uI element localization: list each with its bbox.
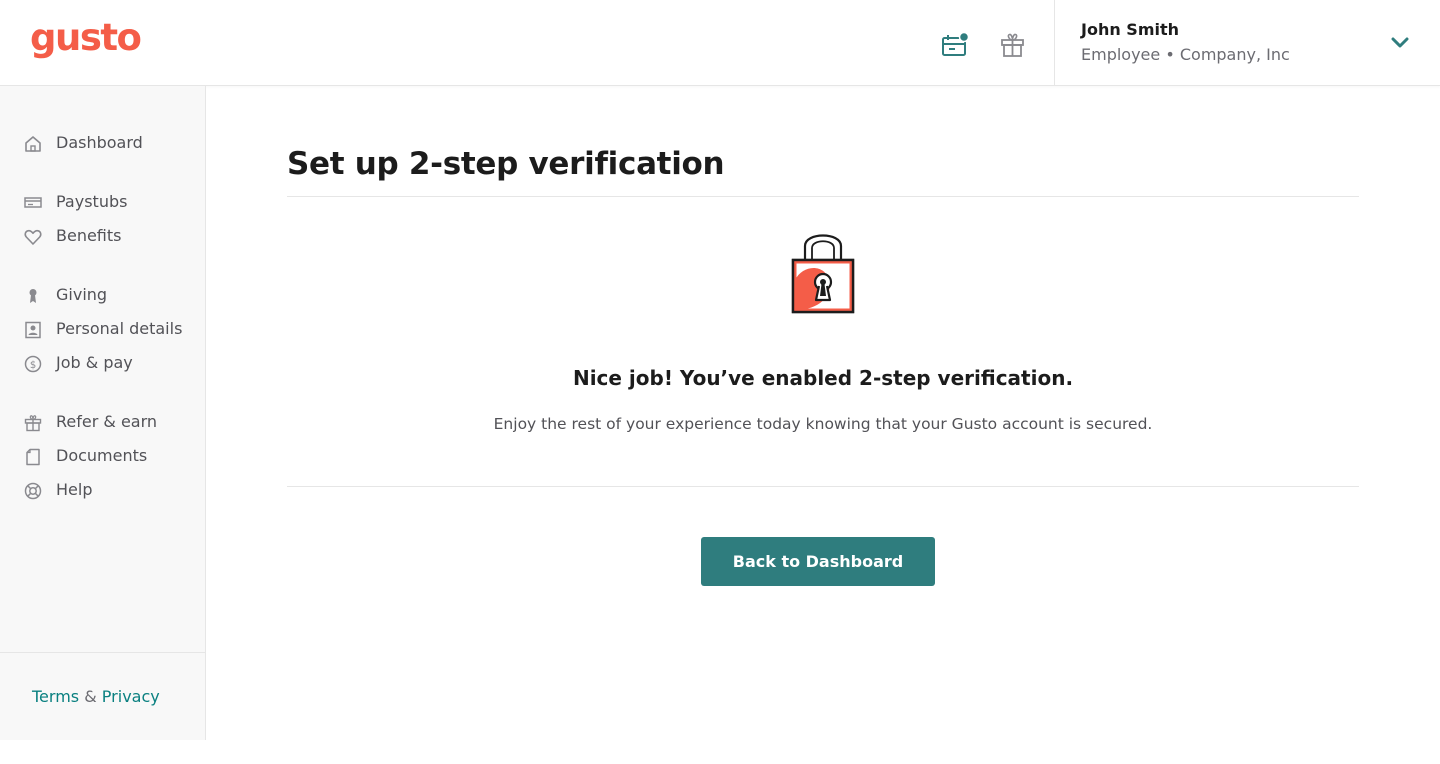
account-menu[interactable]: John Smith Employee • Company, Inc	[1054, 0, 1440, 86]
lifebuoy-icon	[24, 482, 42, 500]
sidebar-item-job-pay[interactable]: $ Job & pay	[0, 348, 205, 378]
sidebar-item-benefits[interactable]: Benefits	[0, 221, 205, 251]
success-message: Enjoy the rest of your experience today …	[493, 415, 1153, 433]
sidebar-item-label: Giving	[56, 285, 108, 304]
sidebar-item-dashboard[interactable]: Dashboard	[0, 128, 205, 158]
sidebar-item-giving[interactable]: Giving	[0, 280, 205, 310]
giving-icon	[24, 287, 42, 305]
sidebar-item-label: Help	[56, 480, 93, 499]
dollar-icon: $	[24, 355, 42, 373]
home-icon	[24, 135, 42, 153]
person-card-icon	[24, 321, 42, 339]
gusto-logo[interactable]: gusto	[30, 16, 142, 60]
sidebar-item-refer-earn[interactable]: Refer & earn	[0, 407, 205, 437]
account-role: Employee • Company, Inc	[1081, 45, 1290, 64]
terms-link[interactable]: Terms	[32, 687, 79, 706]
sidebar-item-label: Benefits	[56, 226, 122, 245]
sidebar: Dashboard Paystubs Benefits Giving Perso…	[0, 86, 206, 740]
svg-text:$: $	[30, 360, 36, 371]
top-header: gusto John Smith Employee • Company, Inc	[0, 0, 1440, 86]
back-to-dashboard-button[interactable]: Back to Dashboard	[701, 537, 935, 586]
legal-separator: &	[84, 687, 97, 706]
sidebar-footer: Terms & Privacy	[0, 652, 205, 740]
sidebar-item-label: Personal details	[56, 319, 183, 338]
sidebar-item-documents[interactable]: Documents	[0, 441, 205, 471]
sidebar-item-help[interactable]: Help	[0, 475, 205, 505]
title-divider	[287, 196, 1359, 197]
sidebar-item-label: Dashboard	[56, 133, 143, 152]
paystub-icon	[24, 194, 42, 212]
content-divider	[287, 486, 1359, 487]
calendar-icon[interactable]	[941, 31, 970, 59]
sidebar-item-label: Paystubs	[56, 192, 128, 211]
heart-icon	[24, 228, 42, 246]
sidebar-item-label: Documents	[56, 446, 148, 465]
privacy-link[interactable]: Privacy	[102, 687, 160, 706]
account-name: John Smith	[1081, 20, 1180, 39]
success-headline: Nice job! You’ve enabled 2-step verifica…	[572, 366, 1074, 390]
document-icon	[24, 448, 42, 466]
sidebar-item-label: Refer & earn	[56, 412, 158, 431]
page-title: Set up 2-step verification	[287, 146, 725, 182]
sidebar-item-personal-details[interactable]: Personal details	[0, 314, 205, 344]
sidebar-item-label: Job & pay	[56, 353, 133, 372]
padlock-icon	[789, 224, 857, 316]
legal-links: Terms & Privacy	[32, 687, 160, 706]
gift-icon	[24, 414, 42, 432]
chevron-down-icon[interactable]	[1390, 33, 1410, 53]
sidebar-item-paystubs[interactable]: Paystubs	[0, 187, 205, 217]
gift-icon[interactable]	[999, 31, 1027, 59]
